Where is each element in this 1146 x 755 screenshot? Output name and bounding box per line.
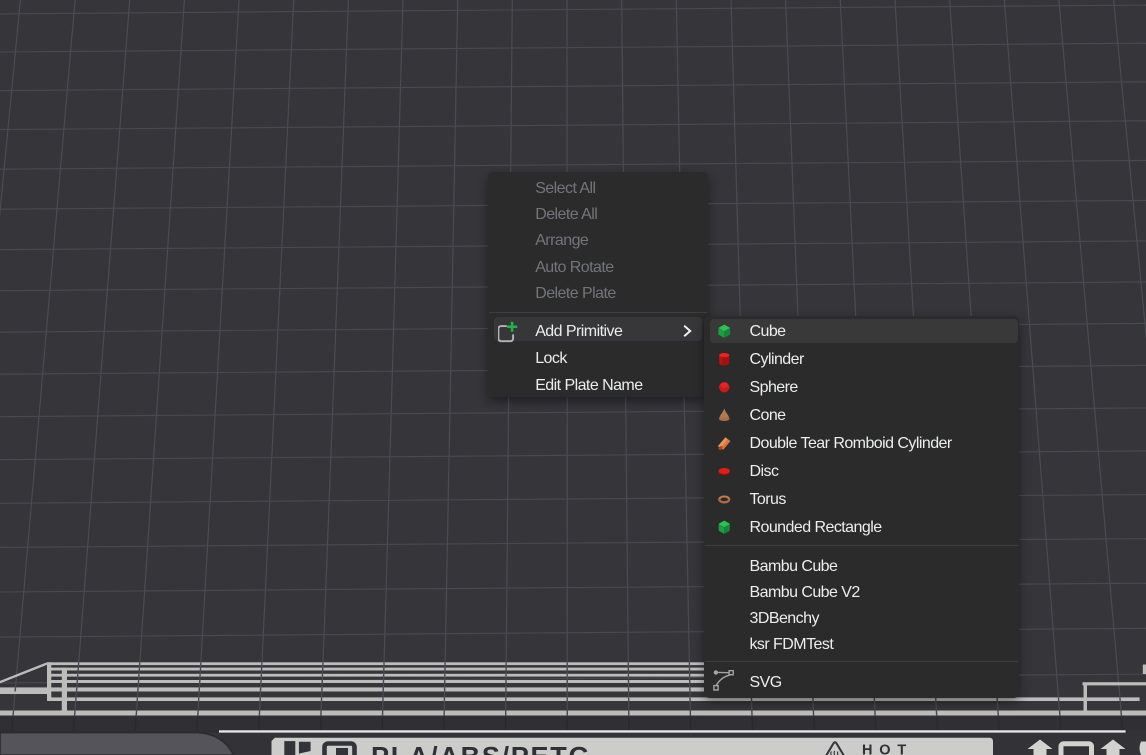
svg-text:HOT: HOT: [862, 742, 913, 755]
svg-text:PLA/ABS/PETG: PLA/ABS/PETG: [371, 742, 592, 755]
